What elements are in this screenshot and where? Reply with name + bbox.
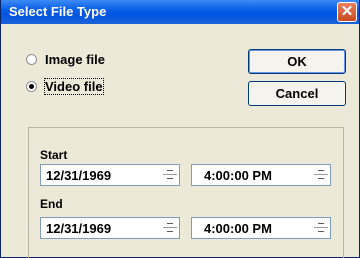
- spin-up-icon[interactable]: [163, 220, 177, 228]
- end-date-value: 12/31/1969: [46, 221, 112, 236]
- end-time-spinner[interactable]: [314, 220, 328, 236]
- video-file-label: Video file: [44, 78, 104, 95]
- spin-down-icon[interactable]: [163, 175, 177, 183]
- video-file-option[interactable]: Video file: [26, 78, 104, 95]
- start-time-picker[interactable]: 4:00:00 PM: [191, 164, 331, 186]
- end-date-picker[interactable]: 12/31/1969: [40, 217, 180, 239]
- image-file-radio[interactable]: [26, 54, 37, 65]
- spin-down-icon[interactable]: [163, 228, 177, 236]
- ok-button[interactable]: OK: [248, 49, 346, 74]
- image-file-label: Image file: [45, 52, 105, 67]
- spin-down-icon[interactable]: [314, 228, 328, 236]
- start-date-value: 12/31/1969: [46, 168, 112, 183]
- cancel-button[interactable]: Cancel: [248, 81, 346, 106]
- image-file-option[interactable]: Image file: [26, 52, 105, 67]
- start-time-spinner[interactable]: [314, 167, 328, 183]
- start-label: Start: [40, 148, 68, 162]
- window-title: Select File Type: [9, 4, 107, 19]
- select-file-type-dialog: Select File Type ✕ Image file Video file…: [0, 0, 360, 258]
- close-button[interactable]: ✕: [337, 2, 357, 22]
- start-time-value: 4:00:00 PM: [204, 168, 272, 183]
- close-icon: ✕: [340, 3, 354, 20]
- start-date-spinner[interactable]: [163, 167, 177, 183]
- end-label: End: [40, 197, 63, 211]
- video-file-radio[interactable]: [26, 81, 37, 92]
- title-bar[interactable]: Select File Type ✕: [1, 0, 359, 24]
- spin-down-icon[interactable]: [314, 175, 328, 183]
- end-time-value: 4:00:00 PM: [204, 221, 272, 236]
- spin-up-icon[interactable]: [314, 220, 328, 228]
- spin-up-icon[interactable]: [314, 167, 328, 175]
- end-date-spinner[interactable]: [163, 220, 177, 236]
- spin-up-icon[interactable]: [163, 167, 177, 175]
- start-date-picker[interactable]: 12/31/1969: [40, 164, 180, 186]
- end-time-picker[interactable]: 4:00:00 PM: [191, 217, 331, 239]
